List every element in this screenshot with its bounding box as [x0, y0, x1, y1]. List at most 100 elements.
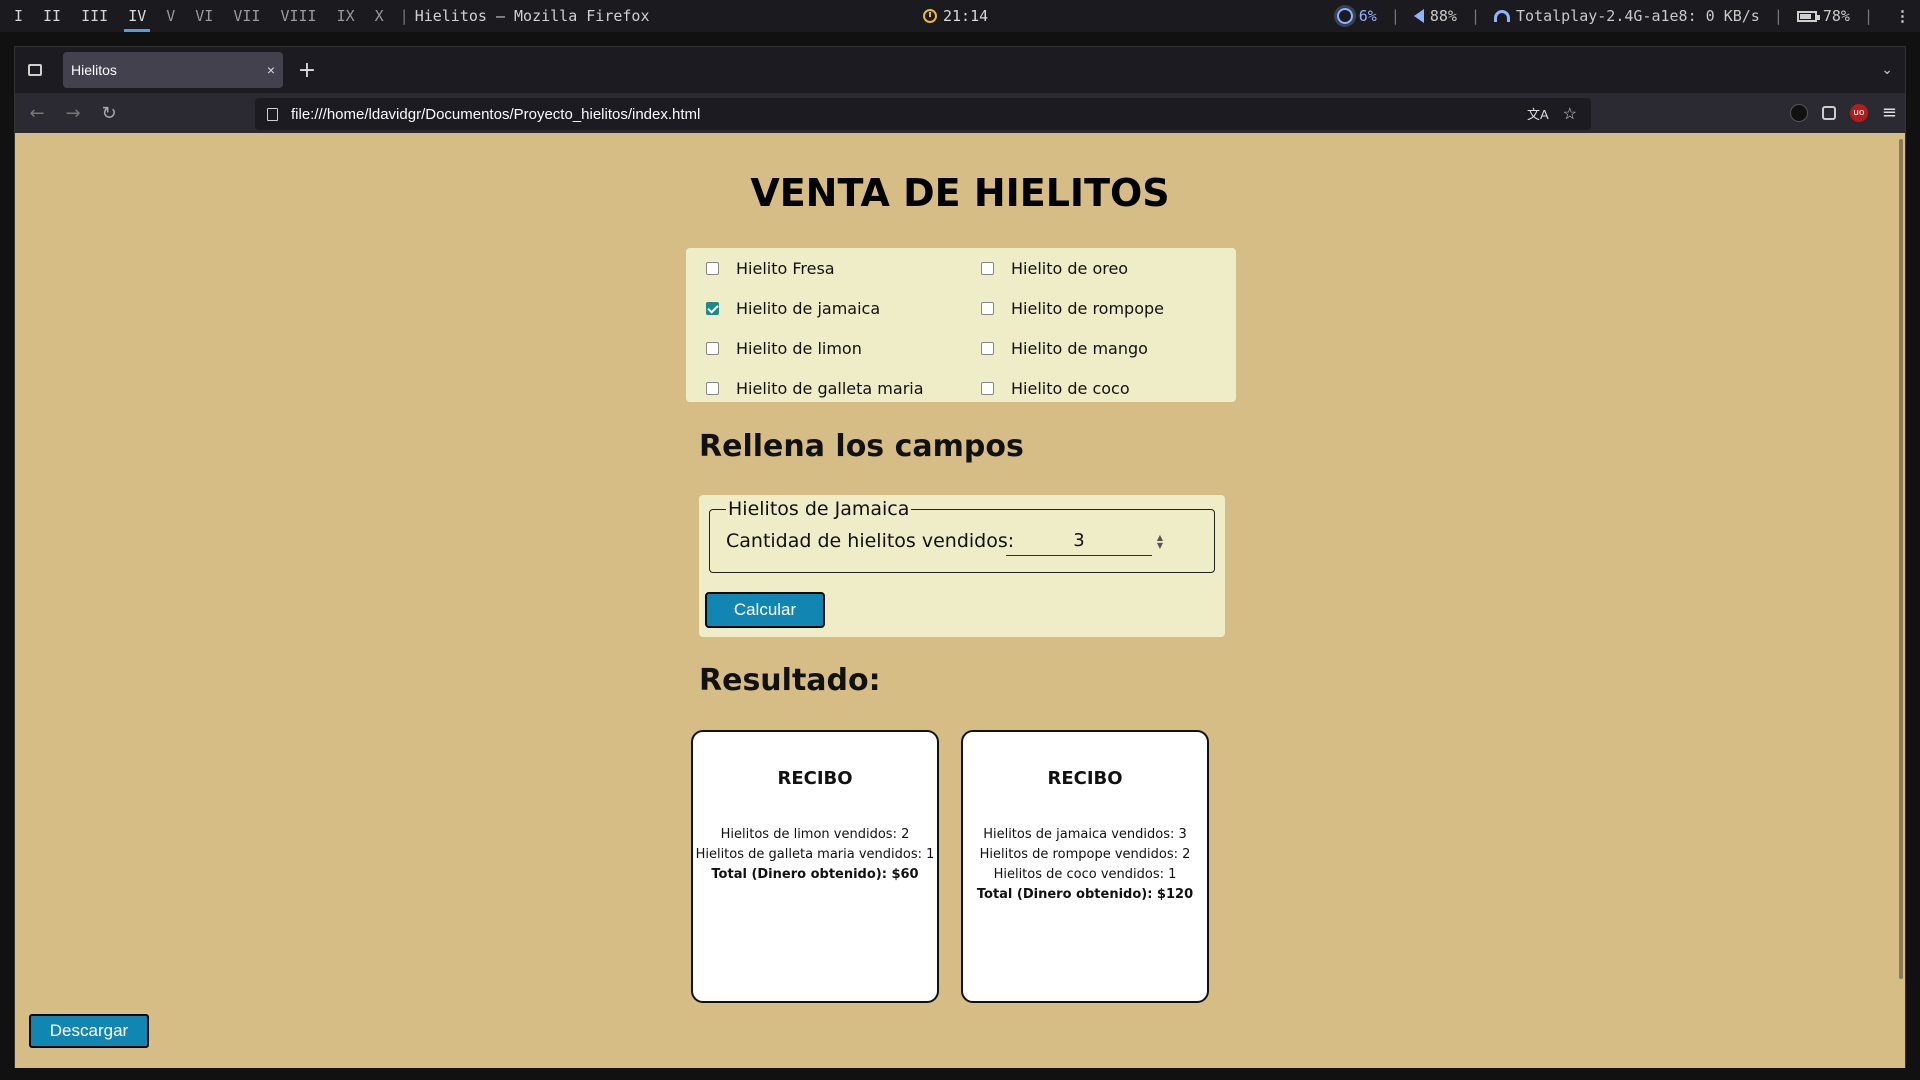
volume-value: 88% [1429, 7, 1457, 25]
speaker-icon [1413, 9, 1424, 23]
extension-dark-icon[interactable] [1789, 103, 1808, 122]
forward-button[interactable]: → [55, 97, 91, 129]
product-rompope[interactable]: Hielito de rompope [981, 288, 1164, 328]
product-label: Hielito de limon [736, 338, 862, 358]
separator: | [399, 7, 409, 25]
battery-icon [1796, 10, 1820, 22]
receipt-total: Total (Dinero obtenido): $120 [976, 887, 1194, 902]
separator: | [1773, 7, 1783, 25]
quantity-label: Cantidad de hielitos vendidos: [726, 530, 1015, 552]
checkbox[interactable] [706, 381, 719, 395]
receipt-title: RECIBO [777, 768, 853, 789]
quantity-input[interactable] [1006, 526, 1152, 556]
wifi-icon [1494, 10, 1510, 22]
workspace-10[interactable]: X [365, 0, 394, 32]
product-oreo[interactable]: Hielito de oreo [981, 248, 1128, 288]
product-checklist: Hielito Fresa Hielito de jamaica Hielito… [686, 248, 1236, 402]
firefox-window: Hielitos × + ⌄ ← → ↻ file:///home/ldavid… [14, 46, 1906, 1068]
translate-icon[interactable]: 文A [1527, 104, 1549, 124]
tab-list-icon [28, 64, 42, 76]
checkbox[interactable] [706, 261, 719, 275]
tab-title: Hielitos [71, 62, 117, 78]
separator: | [1390, 7, 1400, 25]
workspace-5[interactable]: V [156, 0, 185, 32]
workspace-6[interactable]: VI [185, 0, 223, 32]
receipt-line: Hielitos de limon vendidos: 2 [720, 827, 910, 842]
receipt-line: Hielitos de jamaica vendidos: 3 [983, 827, 1187, 842]
workspace-4[interactable]: IV [118, 0, 156, 32]
clock-icon [923, 9, 937, 23]
ublock-icon[interactable]: uo [1849, 103, 1868, 122]
checkbox[interactable] [981, 301, 994, 315]
workspace-1[interactable]: I [4, 0, 33, 32]
network-indicator[interactable]: Totalplay-2.4G-a1e8: 0 KB/s [1494, 7, 1760, 25]
workspace-8[interactable]: VIII [270, 0, 326, 32]
product-label: Hielito Fresa [736, 258, 835, 278]
brightness-icon [1336, 8, 1353, 24]
workspace-7[interactable]: VII [223, 0, 270, 32]
product-label: Hielito de oreo [1011, 258, 1129, 278]
workspace-9[interactable]: IX [327, 0, 365, 32]
brightness-value: 6% [1358, 7, 1377, 25]
workspace-switcher: I II III IV V VI VII VIII IX X [4, 0, 394, 32]
checkbox[interactable] [706, 341, 719, 355]
receipt-line: Hielitos de coco vendidos: 1 [993, 867, 1177, 882]
separator: | [1470, 7, 1480, 25]
clock-time: 21:14 [943, 7, 989, 25]
product-label: Hielito de coco [1011, 378, 1130, 398]
product-label: Hielito de mango [1011, 338, 1148, 358]
reload-button[interactable]: ↻ [91, 97, 127, 129]
receipt-title: RECIBO [1047, 768, 1123, 789]
clock: 21:14 [923, 0, 988, 32]
download-button[interactable]: Descargar [29, 1014, 149, 1048]
page-title: VENTA DE HIELITOS [750, 171, 1170, 215]
system-top-bar: I II III IV V VI VII VIII IX X | Hielito… [0, 0, 1920, 32]
system-tray: 6% | 88% | Totalplay-2.4G-a1e8: 0 KB/s |… [1336, 0, 1910, 32]
checkbox-checked[interactable] [706, 301, 719, 315]
tab-close-icon[interactable]: × [267, 62, 275, 78]
receipt-line: Hielitos de galleta maria vendidos: 1 [695, 847, 935, 862]
battery-value: 78% [1822, 7, 1850, 25]
quantity-stepper-icon[interactable]: ▲ ▼ [1155, 534, 1165, 552]
product-galleta-maria[interactable]: Hielito de galleta maria [706, 368, 924, 408]
bookmark-star-icon[interactable]: ☆ [1563, 104, 1577, 124]
back-button[interactable]: ← [19, 97, 55, 129]
brightness-indicator[interactable]: 6% [1336, 7, 1377, 25]
kebab-menu-icon[interactable]: ⋮ [1895, 7, 1910, 25]
page-icon [267, 107, 278, 121]
url-text: file:///home/ldavidgr/Documentos/Proyect… [291, 105, 701, 123]
section-title-fill-fields: Rellena los campos [699, 429, 1024, 464]
fieldset-jamaica: Hielitos de Jamaica Cantidad de hielitos… [709, 498, 1215, 573]
extensions-puzzle-icon[interactable] [1821, 105, 1836, 120]
product-fresa[interactable]: Hielito Fresa [706, 248, 835, 288]
scrollbar[interactable] [1899, 139, 1903, 979]
workspace-2[interactable]: II [33, 0, 71, 32]
new-tab-button[interactable]: + [287, 52, 327, 88]
calculate-button[interactable]: Calcular [705, 592, 825, 628]
chevron-down-icon[interactable]: ⌄ [1881, 62, 1893, 78]
receipt-line: Hielitos de rompope vendidos: 2 [979, 847, 1191, 862]
receipt-card: RECIBO Hielitos de jamaica vendidos: 3 H… [961, 730, 1209, 1003]
receipt-total: Total (Dinero obtenido): $60 [711, 867, 919, 882]
window-title: Hielitos — Mozilla Firefox [414, 7, 650, 25]
page-viewport: VENTA DE HIELITOS Hielito Fresa Hielito … [15, 133, 1905, 1068]
checkbox[interactable] [981, 381, 994, 395]
tab-list-button[interactable] [15, 47, 55, 93]
battery-indicator[interactable]: 78% [1796, 7, 1850, 25]
address-bar[interactable]: file:///home/ldavidgr/Documentos/Proyect… [255, 98, 1591, 130]
product-mango[interactable]: Hielito de mango [981, 328, 1148, 368]
receipt-card: RECIBO Hielitos de limon vendidos: 2 Hie… [691, 730, 939, 1003]
workspace-3[interactable]: III [71, 0, 118, 32]
product-label: Hielito de rompope [1011, 298, 1164, 318]
checkbox[interactable] [981, 261, 994, 275]
tab-hielitos[interactable]: Hielitos × [63, 52, 283, 88]
product-jamaica[interactable]: Hielito de jamaica [706, 288, 880, 328]
checkbox[interactable] [981, 341, 994, 355]
product-limon[interactable]: Hielito de limon [706, 328, 862, 368]
hamburger-menu-icon[interactable]: ≡ [1882, 102, 1897, 123]
product-coco[interactable]: Hielito de coco [981, 368, 1130, 408]
toolbar-extensions: uo ≡ [1789, 102, 1897, 123]
volume-indicator[interactable]: 88% [1413, 7, 1457, 25]
network-value: Totalplay-2.4G-a1e8: 0 KB/s [1516, 7, 1760, 25]
separator: | [1863, 7, 1873, 25]
